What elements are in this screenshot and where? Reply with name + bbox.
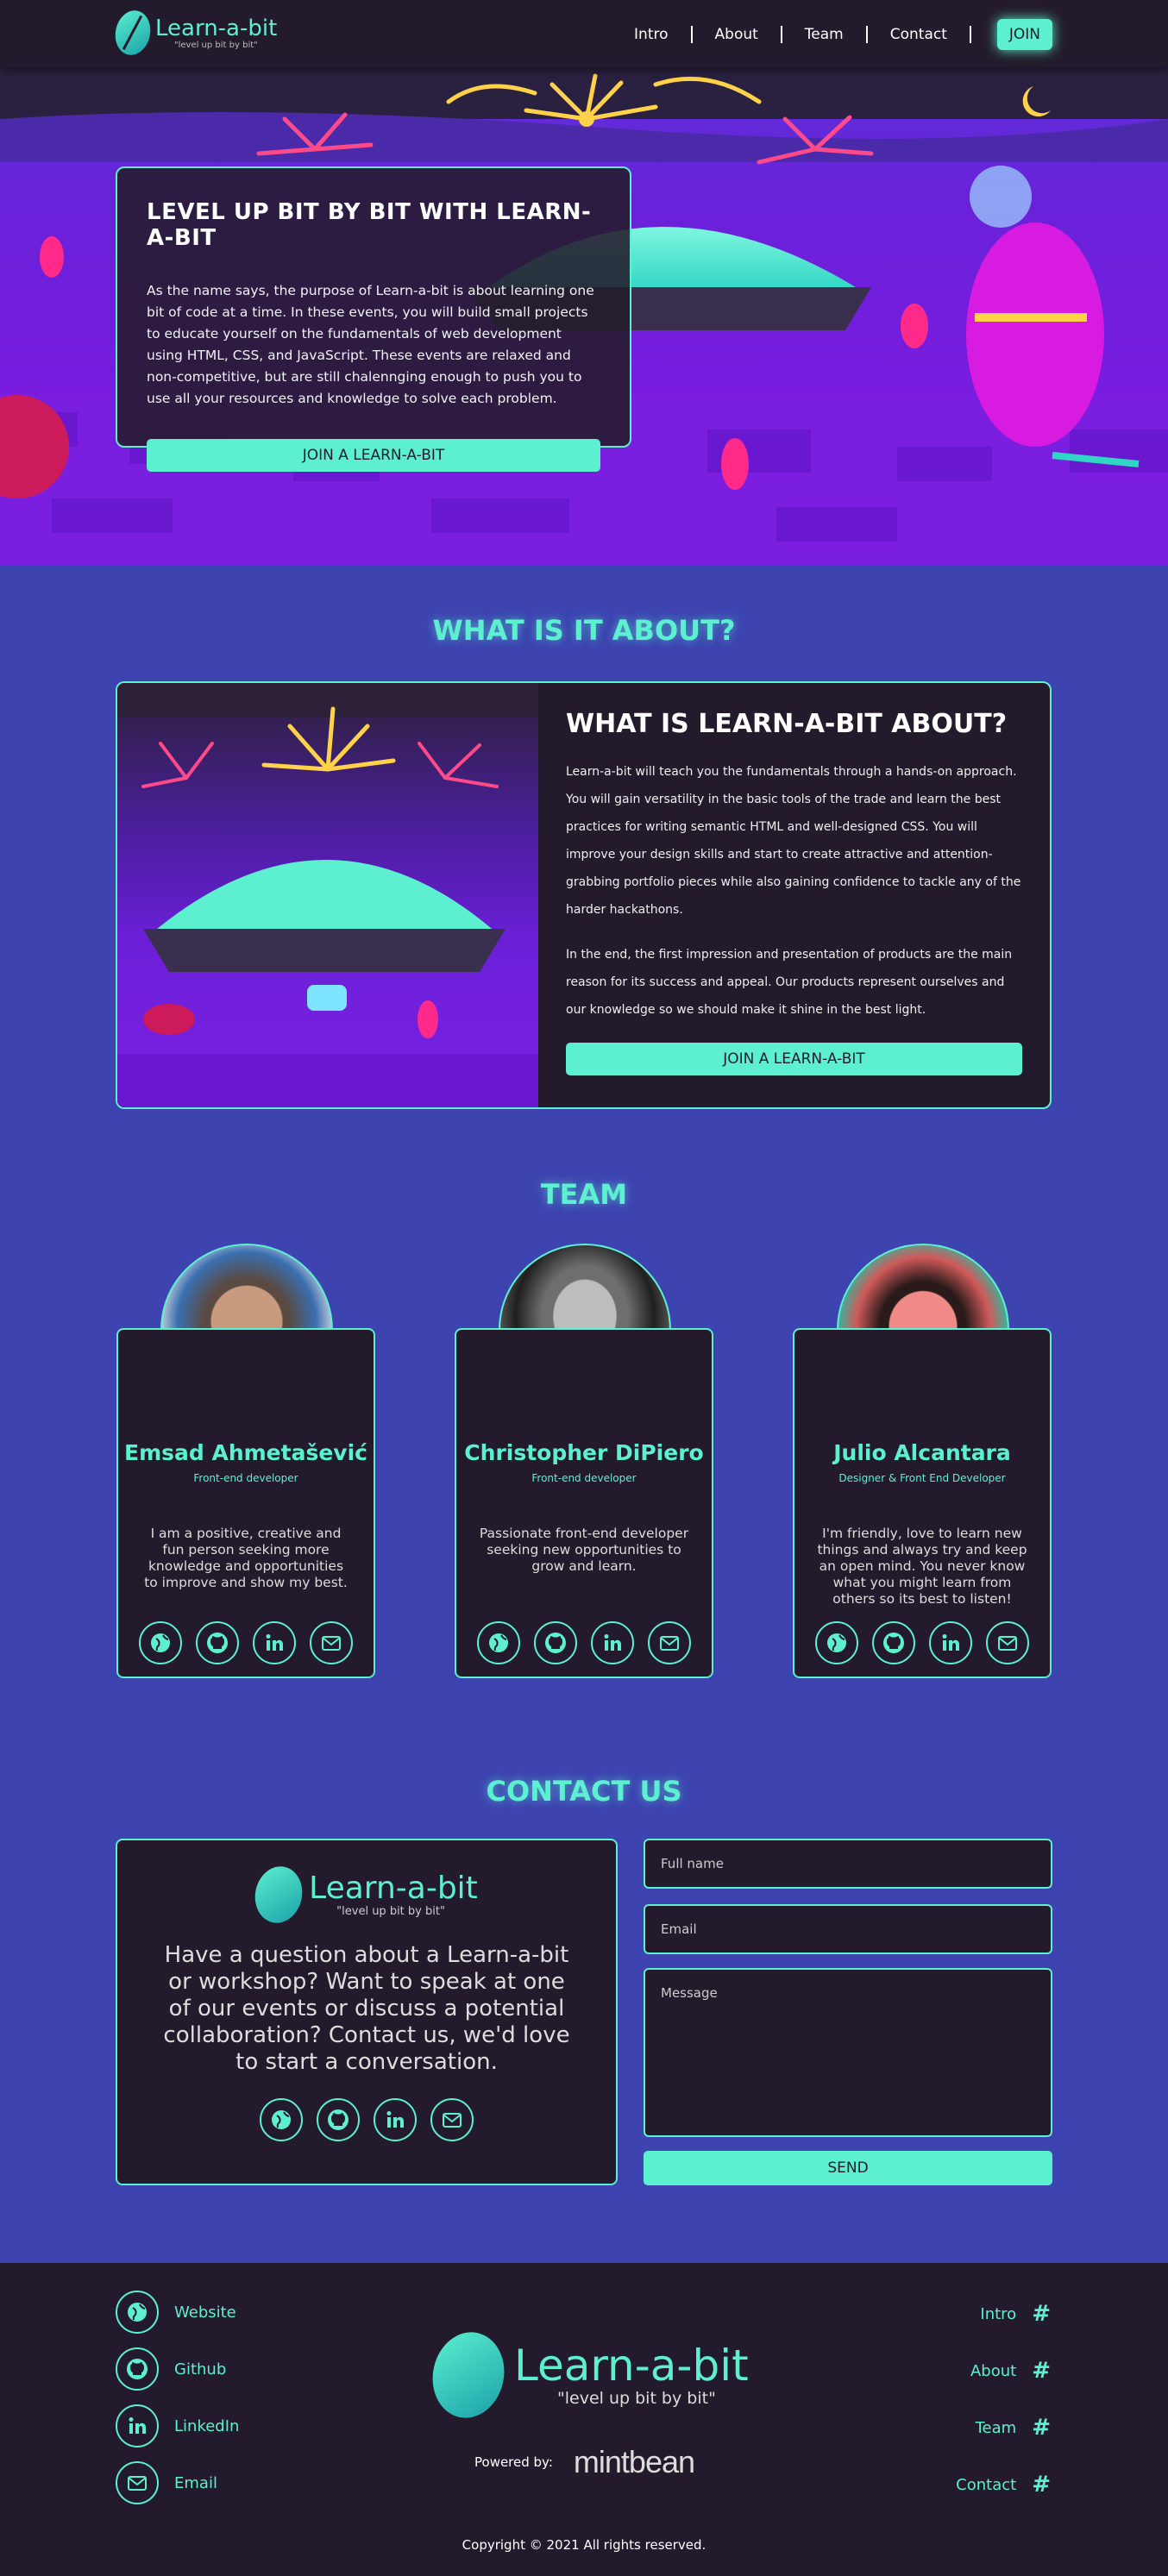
- about-paragraph-1: Learn-a-bit will teach you the fundament…: [566, 765, 1021, 917]
- team-card: Christopher DiPiero Front-end developer …: [455, 1328, 713, 1678]
- team-section-title: TEAM: [540, 1178, 628, 1211]
- member-bio: Passionate front-end developer seeking n…: [479, 1526, 689, 1574]
- team-card: Julio Alcantara Designer & Front End Dev…: [793, 1328, 1052, 1678]
- footer-nav-intro[interactable]: Intro #: [980, 2301, 1051, 2327]
- footer-link-label: Email: [174, 2473, 217, 2492]
- footer-nav-contact[interactable]: Contact #: [956, 2472, 1051, 2498]
- hash-icon: #: [1032, 2301, 1051, 2327]
- member-name: Emsad Ahmetašević: [124, 1440, 367, 1465]
- footer-link-label: Website: [174, 2303, 236, 2322]
- about-paragraph-2: In the end, the first impression and pre…: [566, 948, 1013, 1017]
- about-title: WHAT IS LEARN-A-BIT ABOUT?: [566, 709, 1008, 739]
- copyright: Copyright © 2021 All rights reserved.: [462, 2537, 706, 2553]
- brand-tagline: "level up bit by bit": [174, 40, 258, 50]
- footer-nav-team[interactable]: Team #: [976, 2415, 1051, 2441]
- github-icon[interactable]: [872, 1621, 915, 1664]
- contact-logo: Learn-a-bit "level up bit by bit": [117, 1862, 616, 1927]
- mintbean-logo[interactable]: mintbean: [574, 2444, 695, 2480]
- footer-nav-label: Intro: [980, 2304, 1017, 2323]
- contact-text: Have a question about a Learn-a-bit or w…: [163, 1942, 570, 2075]
- member-role: Front-end developer: [531, 1472, 637, 1484]
- member-name: Christopher DiPiero: [464, 1440, 704, 1465]
- email-icon[interactable]: [430, 2098, 474, 2141]
- footer-brand-tagline: "level up bit by bit": [557, 2389, 716, 2408]
- footer-link-github[interactable]: Github: [116, 2347, 226, 2391]
- email-field[interactable]: Email: [644, 1904, 1052, 1954]
- footer: Website Github LinkedIn Email Learn-a-bi…: [0, 2263, 1168, 2576]
- hero-card: LEVEL UP BIT BY BIT WITH LEARN-A-BIT As …: [116, 166, 631, 472]
- footer-logo: Learn-a-bit "level up bit by bit": [424, 2325, 749, 2425]
- powered-by-label: Powered by:: [474, 2454, 553, 2470]
- nav-link-contact[interactable]: Contact: [868, 26, 970, 43]
- nav-join-button[interactable]: JOIN: [996, 19, 1052, 50]
- globe-icon[interactable]: [815, 1621, 858, 1664]
- hero-join-button[interactable]: JOIN A LEARN-A-BIT: [147, 439, 600, 472]
- email-icon[interactable]: [648, 1621, 691, 1664]
- hash-icon: #: [1032, 2415, 1051, 2441]
- brand-name: Learn-a-bit: [155, 15, 278, 41]
- footer-brand-name: Learn-a-bit: [514, 2341, 749, 2391]
- member-name: Julio Alcantara: [833, 1440, 1011, 1465]
- linkedin-icon: [116, 2404, 159, 2448]
- nav-link-about[interactable]: About: [693, 26, 781, 43]
- member-bio: I am a positive, creative and fun person…: [144, 1526, 348, 1590]
- contact-info-card: Learn-a-bit "level up bit by bit" Have a…: [116, 1839, 618, 2185]
- contact-brand-tagline: "level up bit by bit": [336, 1904, 445, 1918]
- nav-divider: [969, 26, 971, 43]
- leaf-logo-icon: [424, 2325, 512, 2425]
- nav-menu: Intro About Team Contact JOIN: [612, 19, 1052, 50]
- email-icon[interactable]: [310, 1621, 353, 1664]
- github-icon: [116, 2347, 159, 2391]
- footer-link-email[interactable]: Email: [116, 2461, 217, 2504]
- about-illustration: [117, 683, 538, 1107]
- github-icon[interactable]: [317, 2098, 360, 2141]
- github-icon[interactable]: [534, 1621, 577, 1664]
- footer-nav-about[interactable]: About #: [970, 2358, 1051, 2384]
- footer-link-label: Github: [174, 2360, 227, 2379]
- top-nav: Learn-a-bit "level up bit by bit" Intro …: [0, 0, 1168, 67]
- linkedin-icon[interactable]: [591, 1621, 634, 1664]
- globe-icon[interactable]: [139, 1621, 182, 1664]
- powered-by: Powered by: mintbean: [474, 2444, 695, 2480]
- member-bio: I'm friendly, love to learn new things a…: [817, 1526, 1027, 1607]
- globe-icon[interactable]: [477, 1621, 520, 1664]
- hero-title: LEVEL UP BIT BY BIT WITH LEARN-A-BIT: [147, 199, 592, 251]
- footer-link-website[interactable]: Website: [116, 2291, 236, 2334]
- hash-icon: #: [1032, 2472, 1051, 2498]
- team-card: Emsad Ahmetašević Front-end developer I …: [116, 1328, 375, 1678]
- footer-link-label: LinkedIn: [174, 2416, 240, 2435]
- globe-icon[interactable]: [260, 2098, 303, 2141]
- linkedin-icon[interactable]: [929, 1621, 972, 1664]
- about-card: WHAT IS LEARN-A-BIT ABOUT? Learn-a-bit w…: [116, 681, 1052, 1109]
- footer-nav-label: Team: [975, 2418, 1017, 2437]
- member-role: Front-end developer: [193, 1472, 298, 1484]
- member-role: Designer & Front End Developer: [838, 1472, 1006, 1484]
- github-icon[interactable]: [196, 1621, 239, 1664]
- contact-brand-name: Learn-a-bit: [309, 1870, 478, 1906]
- contact-section-title: CONTACT US: [486, 1775, 682, 1808]
- footer-nav-label: Contact: [956, 2475, 1017, 2494]
- nav-link-team[interactable]: Team: [782, 26, 866, 43]
- nav-link-intro[interactable]: Intro: [612, 26, 690, 43]
- leaf-logo-icon: [249, 1862, 308, 1927]
- about-section-title: WHAT IS IT ABOUT?: [432, 614, 736, 647]
- email-icon[interactable]: [986, 1621, 1029, 1664]
- footer-nav-label: About: [970, 2361, 1017, 2380]
- leaf-logo-icon: [111, 7, 154, 59]
- footer-link-linkedin[interactable]: LinkedIn: [116, 2404, 239, 2448]
- hash-icon: #: [1032, 2358, 1051, 2384]
- fullname-field[interactable]: Full name: [644, 1839, 1052, 1889]
- send-button[interactable]: SEND: [644, 2151, 1052, 2185]
- email-icon: [116, 2461, 159, 2504]
- linkedin-icon[interactable]: [253, 1621, 296, 1664]
- hero-text: As the name says, the purpose of Learn-a…: [147, 283, 594, 406]
- message-field[interactable]: Message: [644, 1968, 1052, 2137]
- globe-icon: [116, 2291, 159, 2334]
- linkedin-icon[interactable]: [374, 2098, 417, 2141]
- brand-logo[interactable]: Learn-a-bit "level up bit by bit": [111, 7, 278, 59]
- about-join-button[interactable]: JOIN A LEARN-A-BIT: [566, 1043, 1022, 1075]
- hero-section: LEVEL UP BIT BY BIT WITH LEARN-A-BIT As …: [0, 67, 1168, 566]
